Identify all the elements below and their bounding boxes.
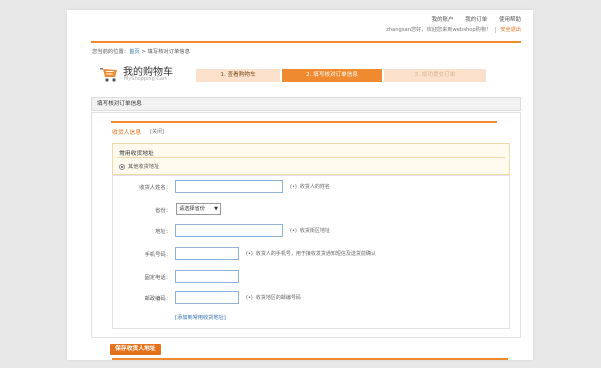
mobile-label: 手机号码： [144,252,172,258]
welcome-message: zhangsan您好，欢迎您来到webshop购物！ [386,27,492,33]
hint-marker: (•) [246,295,253,301]
common-address-divider [117,157,505,158]
row-province: 省份： 请选择省份 ▼ [113,203,509,216]
name-label: 收货人姓名： [139,185,171,191]
province-select[interactable]: 请选择省份 ▼ [176,203,221,215]
breadcrumb-sep: > [139,49,148,55]
address-label: 地址： [155,229,171,235]
breadcrumb-prefix: 您当前的位置： [92,49,130,55]
welcome-text: zhangsan您好，欢迎您来到webshop购物！ 安全退出 [386,26,521,33]
mobile-hint: (•) 收货人的手机号，用于接收发货通知短信及送货前确认 [246,250,376,257]
cart-subtitle: MyShopping Cart [124,76,167,82]
shopping-cart-icon [100,68,117,82]
help-link[interactable]: 使用帮助 [499,17,521,23]
new-address-label: 其他收货地址 [128,164,160,170]
common-address-title: 常用收货地址 [119,151,154,157]
chevron-down-icon: ▼ [214,206,218,212]
my-account-link[interactable]: 我的账户 [431,17,453,23]
step-submit-order: 3. 成功提交订单 [384,69,486,82]
row-name: 收货人姓名： (•) 收货人的姓名 [113,180,509,193]
row-phone: 固定电话： [113,270,509,283]
step-view-cart: 1. 查看购物车 [196,69,280,82]
step-fill-order: 2. 填写核对订单信息 [282,69,382,82]
zip-label: 邮政编码： [144,296,172,302]
receiver-divider [111,121,497,123]
bottom-divider [112,358,508,360]
section-title: 填写核对订单信息 [91,97,521,111]
breadcrumb-current: 填写核对订单信息 [147,49,190,55]
order-form-box: 收货人信息 [关闭] 常用收货地址 其他收货地址 收货人姓名： (•) 收货人的姓… [91,112,521,338]
breadcrumb: 您当前的位置：首页 > 填写核对订单信息 [92,47,190,55]
radio-selected-icon[interactable] [119,163,125,170]
add-to-common-address-link[interactable]: [添加到常用收货地址] [175,314,226,321]
address-form: 收货人姓名： (•) 收货人的姓名 省份： 请选择省份 ▼ 地址： (•) 收货街区… [112,175,510,329]
address-hint: (•) 收货街区地址 [290,227,330,234]
name-input[interactable] [175,180,283,193]
zip-hint-text: 收货地区的邮编号码 [255,295,301,301]
checkout-steps: 1. 查看购物车 2. 填写核对订单信息 3. 成功提交订单 [196,69,486,82]
header-divider [91,41,521,43]
common-address-box: 常用收货地址 其他收货地址 [112,143,510,175]
top-links: 我的账户 我的订单 使用帮助 [421,15,521,23]
my-orders-link[interactable]: 我的订单 [465,17,487,23]
zip-hint: (•) 收货地区的邮编号码 [246,294,301,301]
mobile-hint-text: 收货人的手机号，用于接收发货通知短信及送货前确认 [255,251,376,257]
phone-label: 固定电话： [144,275,172,281]
province-select-value: 请选择省份 [179,206,205,212]
breadcrumb-home-link[interactable]: 首页 [129,49,140,55]
receiver-close-link[interactable]: [关闭] [150,128,164,135]
hint-marker: (•) [290,228,297,234]
hint-marker: (•) [290,184,297,190]
row-zip: 邮政编码： (•) 收货地区的邮编号码 [113,291,509,304]
save-address-button[interactable]: 保存收货人地址 [110,344,161,355]
safe-exit-link[interactable]: 安全退出 [495,27,521,33]
province-label: 省份： [155,208,171,214]
address-input[interactable] [175,224,283,237]
name-hint-text: 收货人的姓名 [299,184,330,190]
row-mobile: 手机号码： (•) 收货人的手机号，用于接收发货通知短信及送货前确认 [113,247,509,260]
row-address: 地址： (•) 收货街区地址 [113,224,509,237]
zip-input[interactable] [175,291,239,304]
page: 我的账户 我的订单 使用帮助 zhangsan您好，欢迎您来到webshop购物… [67,10,533,360]
address-hint-text: 收货街区地址 [299,228,330,234]
mobile-input[interactable] [175,247,239,260]
receiver-title: 收货人信息 [112,130,141,136]
hint-marker: (•) [246,251,253,257]
name-hint: (•) 收货人的姓名 [290,183,330,190]
new-address-option[interactable]: 其他收货地址 [119,163,159,170]
phone-input[interactable] [175,270,239,283]
